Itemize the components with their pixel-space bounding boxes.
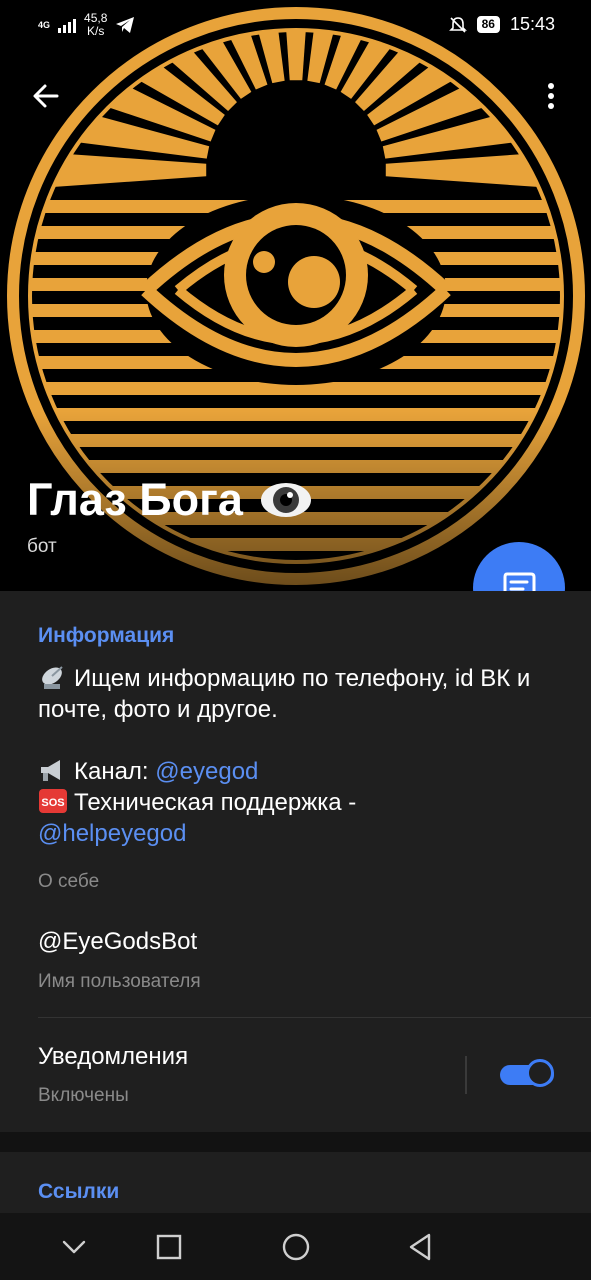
support-link-line: @helpeyegod	[38, 818, 568, 849]
about-line-text: Ищем информацию по телефону, id ВК и поч…	[38, 665, 531, 723]
battery-level: 86	[476, 16, 500, 33]
more-options-button[interactable]	[527, 72, 575, 120]
satellite-antenna-icon	[42, 666, 63, 689]
nav-home-button[interactable]	[276, 1227, 316, 1267]
nav-hide-button[interactable]	[54, 1227, 94, 1267]
signal-icon	[58, 17, 77, 33]
section-gap	[0, 1132, 591, 1152]
clock: 15:43	[509, 14, 555, 34]
support-line: SOS Техническая поддержка -	[38, 787, 568, 818]
status-left: 4G 45,8 K/s	[38, 12, 135, 38]
arrow-left-icon	[33, 84, 59, 108]
username-value[interactable]: @EyeGodsBot	[38, 928, 197, 956]
sos-icon: SOS	[39, 789, 67, 813]
links-card: Ссылки	[0, 1152, 591, 1213]
notifications-toggle[interactable]	[500, 1059, 556, 1089]
bot-subtitle: бот	[27, 536, 57, 557]
circle-icon	[282, 1233, 310, 1261]
telegram-icon	[116, 17, 135, 33]
about-line: Ищем информацию по телефону, id ВК и поч…	[38, 663, 568, 725]
network-type: 4G	[38, 19, 51, 30]
about-text[interactable]: Ищем информацию по телефону, id ВК и поч…	[38, 663, 568, 849]
notifications-title[interactable]: Уведомления	[38, 1043, 188, 1071]
nav-back-button[interactable]	[400, 1227, 440, 1267]
vertical-separator	[465, 1056, 467, 1094]
nav-recents-button[interactable]	[149, 1227, 189, 1267]
support-link[interactable]: @helpeyegod	[38, 820, 186, 847]
info-section-title: Информация	[38, 624, 175, 647]
info-card: Информация Ищем информацию по телефону, …	[0, 591, 591, 1132]
system-nav-bar	[0, 1213, 591, 1280]
channel-link[interactable]: @eyegod	[155, 758, 258, 785]
svg-text:SOS: SOS	[41, 797, 64, 809]
loudspeaker-icon	[41, 760, 60, 781]
profile-title-block: Глаз Бога бот	[27, 474, 313, 558]
username-caption: Имя пользователя	[38, 971, 201, 992]
bot-name-text: Глаз Бога	[27, 474, 243, 525]
divider	[38, 1017, 591, 1018]
bot-name: Глаз Бога	[27, 474, 313, 526]
about-caption: О себе	[38, 871, 100, 892]
notifications-state: Включены	[38, 1085, 129, 1106]
more-vertical-icon	[548, 83, 554, 109]
network-speed: 45,8 K/s	[84, 12, 107, 38]
triangle-back-icon	[409, 1233, 431, 1261]
channel-line: Канал: @eyegod	[38, 756, 568, 787]
speed-value: 45,8	[84, 11, 108, 25]
support-label: Техническая поддержка -	[74, 789, 357, 816]
profile-header: 4G 45,8 K/s 86 15:43 Глаз Бога бот	[0, 0, 591, 591]
eye-emoji-icon	[260, 483, 311, 517]
back-button[interactable]	[22, 72, 70, 120]
status-right: 86 15:43	[448, 14, 555, 35]
toggle-knob	[526, 1059, 554, 1087]
chevron-down-icon	[62, 1240, 86, 1254]
status-bar: 4G 45,8 K/s 86 15:43	[0, 0, 591, 50]
square-icon	[156, 1234, 182, 1260]
links-section-title: Ссылки	[38, 1180, 120, 1203]
speed-unit: K/s	[87, 24, 105, 38]
mute-bell-icon	[448, 16, 467, 33]
channel-label: Канал:	[74, 758, 156, 785]
